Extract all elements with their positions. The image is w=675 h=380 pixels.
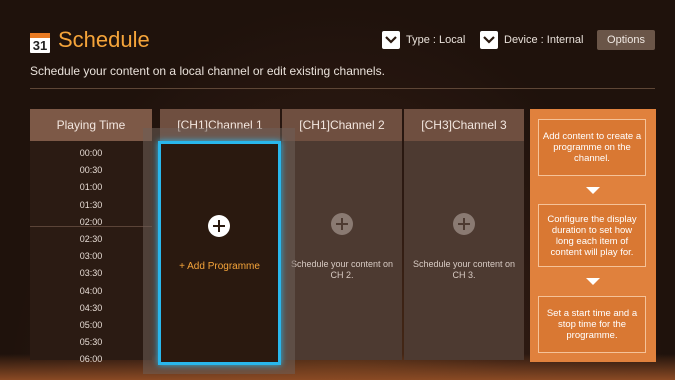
- device-dropdown-label: Device : Internal: [504, 34, 584, 46]
- time-divider: [30, 226, 152, 227]
- playing-time-header: Playing Time: [30, 109, 152, 141]
- chevron-down-icon: [382, 31, 400, 49]
- channel-column-2: [CH1]Channel 2 Schedule your content on …: [282, 109, 402, 360]
- plus-icon: [208, 215, 230, 237]
- time-slot: 04:30: [79, 302, 103, 313]
- time-slot: 00:00: [79, 148, 103, 158]
- page-subtitle: Schedule your content on a local channel…: [30, 64, 385, 78]
- time-slot: 06:00: [79, 354, 103, 365]
- add-programme-label: + Add Programme: [179, 261, 260, 272]
- guide-step-2: Configure the display duration to set ho…: [538, 204, 646, 267]
- device-dropdown[interactable]: Device : Internal: [480, 30, 583, 50]
- chevron-down-icon: [480, 31, 498, 49]
- time-slot: 00:30: [79, 165, 103, 176]
- guide-panel: Add content to create a programme on the…: [530, 109, 656, 362]
- add-programme-ch3-icon[interactable]: [453, 213, 475, 235]
- time-slot: 05:00: [79, 319, 103, 330]
- guide-step-1: Add content to create a programme on the…: [538, 119, 646, 176]
- guide-step-3: Set a start time and a stop time for the…: [538, 296, 646, 353]
- calendar-icon: 31: [30, 33, 50, 53]
- add-programme-button[interactable]: + Add Programme: [158, 141, 281, 365]
- channel-header-3: [CH3]Channel 3: [404, 109, 524, 141]
- arrow-down-icon: [586, 187, 600, 194]
- channel-hint-2: Schedule your content on CH 2.: [290, 259, 394, 280]
- options-button[interactable]: Options: [597, 30, 655, 50]
- channel-header-2: [CH1]Channel 2: [282, 109, 402, 141]
- time-slot: 03:00: [79, 251, 103, 262]
- time-slot: 02:30: [79, 233, 103, 244]
- time-slot: 03:30: [79, 268, 103, 279]
- header-divider: [30, 88, 655, 89]
- channel-column-3: [CH3]Channel 3 Schedule your content on …: [404, 109, 524, 360]
- arrow-down-icon: [586, 278, 600, 285]
- time-slot: 01:00: [79, 182, 103, 193]
- time-slot: 05:30: [79, 337, 103, 348]
- playing-time-column: Playing Time 00:00 00:30 01:00 01:30 02:…: [30, 109, 152, 364]
- type-dropdown[interactable]: Type : Local: [382, 30, 465, 50]
- type-dropdown-label: Type : Local: [406, 34, 466, 46]
- time-list: 00:00 00:30 01:00 01:30 02:00 02:30 03:0…: [30, 145, 152, 368]
- time-slot: 04:00: [79, 285, 103, 296]
- channel-hint-3: Schedule your content on CH 3.: [412, 259, 516, 280]
- time-slot: 01:30: [79, 199, 103, 210]
- time-slot: 02:00: [79, 216, 103, 227]
- page-title: Schedule: [58, 27, 150, 52]
- add-programme-ch2-icon[interactable]: [331, 213, 353, 235]
